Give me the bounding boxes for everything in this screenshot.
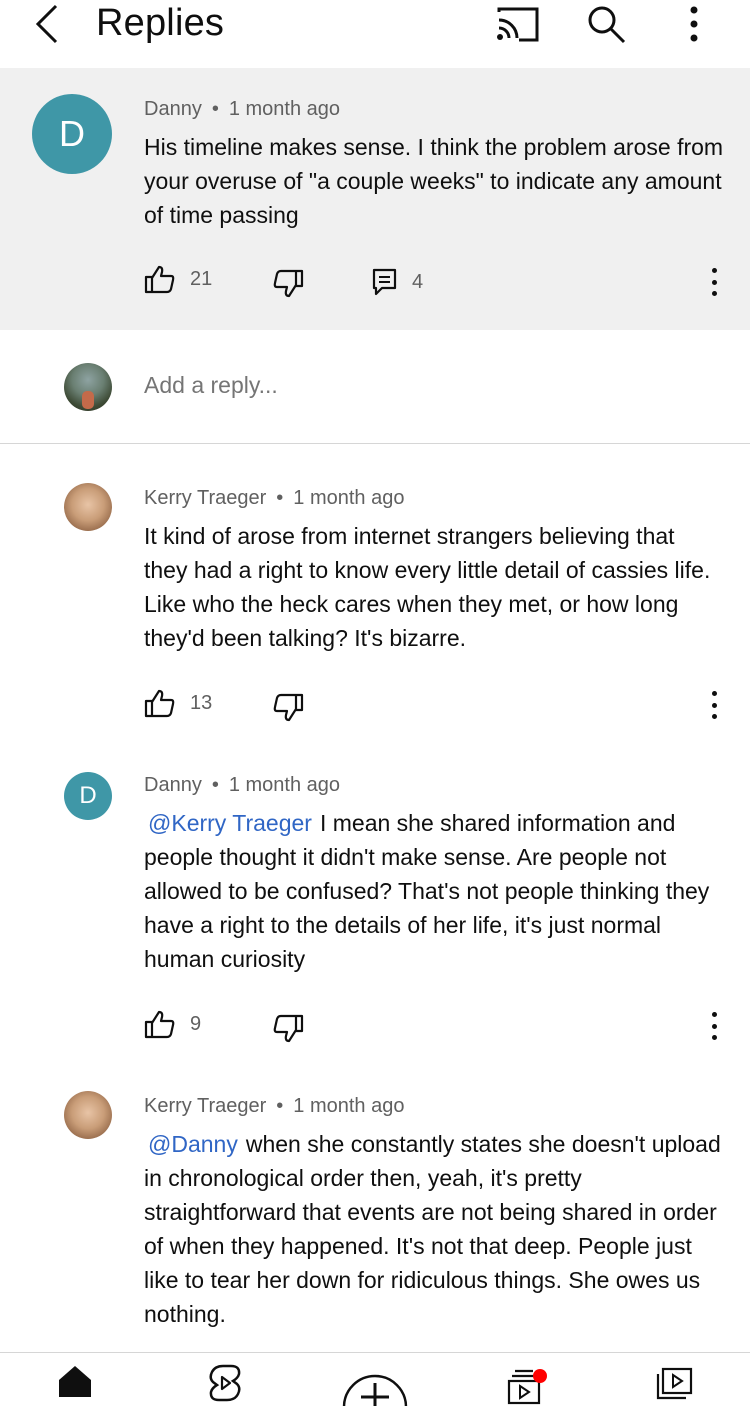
mention-link[interactable]: @Danny	[148, 1131, 238, 1157]
mention-link[interactable]: @Kerry Traeger	[148, 810, 312, 836]
comment-author[interactable]: Danny	[144, 98, 202, 120]
like-button[interactable]: 13	[144, 688, 212, 718]
comment-icon	[372, 268, 397, 296]
thumbs-down-icon	[273, 269, 304, 298]
comment-text: His timeline makes sense. I think the pr…	[144, 134, 724, 228]
highlighted-comment: D Danny • 1 month ago His timeline makes s…	[0, 68, 750, 330]
comment-author[interactable]: Kerry Traeger	[144, 487, 266, 509]
thumbs-down-icon	[273, 693, 304, 722]
comment-meta: Kerry Traeger • 1 month ago	[144, 487, 405, 509]
notification-dot	[533, 1369, 547, 1383]
create-icon[interactable]	[340, 1363, 410, 1406]
like-count: 9	[190, 1012, 202, 1035]
more-vertical-icon[interactable]	[670, 2, 718, 46]
avatar[interactable]: D	[32, 94, 112, 174]
comment-more-icon[interactable]	[704, 688, 724, 722]
comment-author[interactable]: Danny	[144, 774, 202, 796]
subscriptions-icon[interactable]	[495, 1363, 555, 1406]
shorts-icon[interactable]	[195, 1363, 255, 1406]
comment-meta: Danny • 1 month ago	[144, 774, 341, 796]
comment-time: 1 month ago	[293, 487, 405, 509]
comment-author[interactable]: Kerry Traeger	[144, 1095, 266, 1117]
thumbs-up-icon	[144, 1010, 175, 1039]
comment-more-icon[interactable]	[704, 1009, 724, 1043]
user-avatar[interactable]	[64, 363, 112, 411]
comment-more-icon[interactable]	[704, 265, 724, 299]
like-button[interactable]: 9	[144, 1009, 201, 1039]
avatar[interactable]	[64, 483, 112, 531]
comment-time: 1 month ago	[228, 98, 341, 120]
dislike-button[interactable]	[272, 1014, 304, 1044]
like-count: 13	[190, 691, 213, 714]
home-icon[interactable]	[45, 1363, 105, 1406]
thumbs-up-icon	[144, 689, 175, 718]
thumbs-down-icon	[273, 1014, 304, 1043]
page-title: Replies	[96, 2, 225, 44]
bottom-nav	[0, 1352, 750, 1406]
dislike-button[interactable]	[272, 269, 304, 299]
comment-time: 1 month ago	[293, 1095, 405, 1117]
comment-text: @Kerry Traeger I mean she shared informat…	[144, 806, 724, 976]
comment-text: @Danny when she constantly states she doe…	[144, 1127, 724, 1331]
avatar[interactable]: D	[64, 772, 112, 820]
like-count: 21	[190, 267, 213, 290]
reply-count-button[interactable]: 4	[372, 268, 423, 296]
reply-composer	[0, 330, 750, 444]
app-bar: Replies	[0, 0, 750, 68]
search-icon[interactable]	[582, 2, 630, 46]
library-icon[interactable]	[645, 1363, 705, 1406]
comment-meta: Danny • 1 month ago	[144, 98, 341, 120]
reply-input[interactable]	[144, 372, 704, 399]
comment-text: It kind of arose from internet strangers…	[144, 523, 711, 651]
back-arrow-icon[interactable]	[28, 0, 68, 50]
like-button[interactable]: 21	[144, 264, 212, 294]
comment-time: 1 month ago	[228, 774, 341, 796]
avatar[interactable]	[64, 1091, 112, 1139]
cast-icon[interactable]	[494, 2, 542, 46]
reply-count: 4	[412, 270, 424, 293]
dislike-button[interactable]	[272, 693, 304, 723]
comment-meta: Kerry Traeger • 1 month ago	[144, 1095, 405, 1117]
thumbs-up-icon	[144, 265, 175, 294]
comment-body: when she constantly states she doesn't u…	[144, 1131, 721, 1327]
